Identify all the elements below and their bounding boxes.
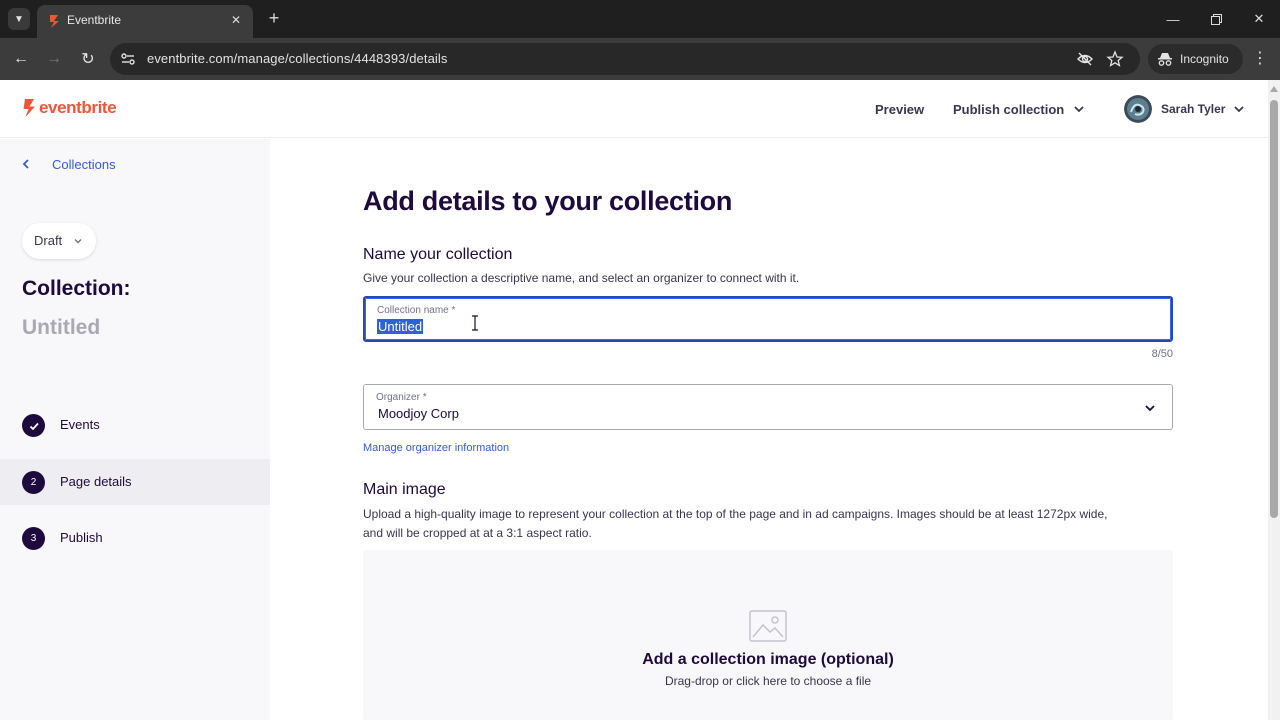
step-page-details[interactable]: 2 Page details [0,459,270,505]
collection-heading: Collection: [22,277,131,300]
eventbrite-logo-icon [23,99,35,117]
minimize-icon[interactable]: — [1163,9,1183,29]
collection-name-label: Collection name * [377,305,456,316]
eye-off-icon[interactable] [1076,50,1094,68]
main-content: Add details to your collection Name your… [270,139,1268,720]
url-text: eventbrite.com/manage/collections/444839… [147,51,448,66]
image-section-title: Main image [363,481,446,498]
collection-name: Untitled [22,316,101,339]
image-dropzone[interactable]: Add a collection image (optional) Drag-d… [363,550,1173,720]
dropzone-subtitle: Drag-drop or click here to choose a file [664,674,872,688]
sidebar: Collections Draft Collection: Untitled E… [0,139,270,720]
preview-button[interactable]: Preview [875,102,924,117]
step-label: Page details [60,474,132,489]
back-arrow-icon[interactable]: ← [10,48,32,70]
image-section-description-line2: and will be cropped at at a 3:1 aspect r… [363,526,592,540]
forward-arrow-icon[interactable]: → [43,48,65,70]
manage-organizer-link[interactable]: Manage organizer information [363,442,509,454]
status-dropdown[interactable]: Draft [22,223,96,259]
incognito-label: Incognito [1180,52,1229,66]
image-placeholder-icon [749,610,787,642]
organizer-label: Organizer * [376,392,427,403]
chevron-down-icon [1145,405,1155,412]
new-tab-plus-icon[interactable]: + [264,9,284,29]
reload-icon[interactable]: ↻ [77,48,99,70]
user-avatar[interactable] [1124,95,1152,123]
dropzone-title: Add a collection image (optional) [642,651,894,668]
user-name[interactable]: Sarah Tyler [1161,102,1225,116]
status-chevron-down-icon [74,239,82,244]
browser-menu-icon[interactable]: ⋮ [1250,48,1270,70]
site-info-icon[interactable] [120,51,136,67]
eventbrite-logo[interactable]: eventbrite [22,98,117,118]
text-cursor-icon [472,315,478,331]
tab-title: Eventbrite [67,13,122,27]
tab-close-icon[interactable]: ✕ [227,11,245,29]
restore-icon[interactable] [1206,9,1226,29]
browser-tab-bar: ▼ Eventbrite ✕ + — ✕ [0,0,1280,38]
incognito-badge[interactable]: Incognito [1148,44,1243,74]
organizer-select[interactable]: Organizer * Moodjoy Corp [363,384,1173,430]
browser-tab[interactable]: Eventbrite ✕ [37,5,253,38]
tab-search-chevron-icon[interactable]: ▼ [8,8,30,30]
char-count: 8/50 [1151,348,1173,360]
logo-text: eventbrite [39,98,117,117]
address-bar[interactable]: eventbrite.com/manage/collections/444839… [110,43,1140,75]
status-label: Draft [34,233,63,248]
step-number: 3 [22,527,45,550]
chevron-left-icon[interactable] [22,158,32,170]
step-label: Events [60,417,100,432]
eventbrite-favicon-icon [50,15,59,28]
browser-toolbar: ← → ↻ eventbrite.com/manage/collections/… [0,38,1280,80]
step-number: 2 [22,471,45,494]
step-label: Publish [60,530,103,545]
page-scrollbar[interactable] [1268,80,1280,720]
back-to-collections-link[interactable]: Collections [52,157,116,172]
collection-name-input[interactable]: Collection name * Untitled [363,296,1173,342]
page-title: Add details to your collection [363,186,733,216]
scroll-up-arrow-icon[interactable] [1270,86,1278,92]
app-header: eventbrite Preview Publish collection Sa… [0,80,1268,138]
scrollbar-thumb[interactable] [1270,100,1278,518]
step-publish[interactable]: 3 Publish [0,515,270,561]
bookmark-star-icon[interactable] [1106,50,1124,68]
incognito-icon [1158,53,1172,66]
organizer-value: Moodjoy Corp [378,406,459,421]
image-section-description-line1: Upload a high-quality image to represent… [363,507,1108,521]
close-window-icon[interactable]: ✕ [1249,9,1269,29]
name-section-title: Name your collection [363,246,513,263]
account-chevron-down-icon[interactable] [1233,103,1245,115]
collection-name-value: Untitled [377,319,424,334]
chevron-down-icon[interactable] [1073,103,1085,115]
name-section-description: Give your collection a descriptive name,… [363,271,800,285]
restore-window-icon [1210,13,1222,25]
publish-collection-button[interactable]: Publish collection [953,102,1064,117]
step-events[interactable]: Events [0,402,270,448]
check-icon [22,414,45,437]
